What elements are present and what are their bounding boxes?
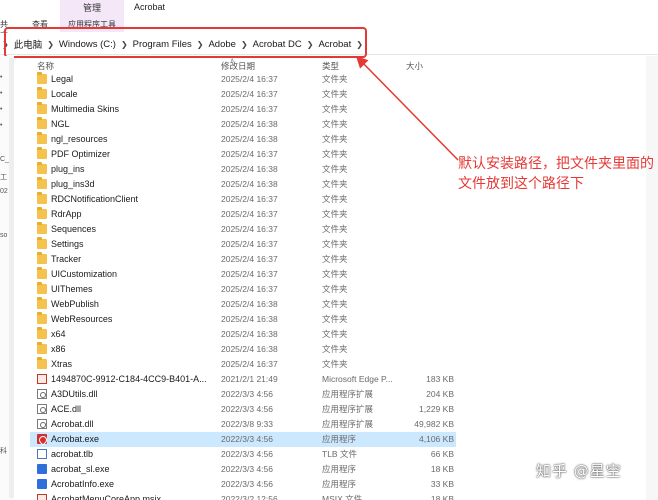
annotation-text: 默认安装路径，把文件夹里面的文件放到这个路径下 [458,156,654,192]
watermark-text: 知乎 @星空 [536,462,622,480]
annotation-arrow [355,55,459,161]
